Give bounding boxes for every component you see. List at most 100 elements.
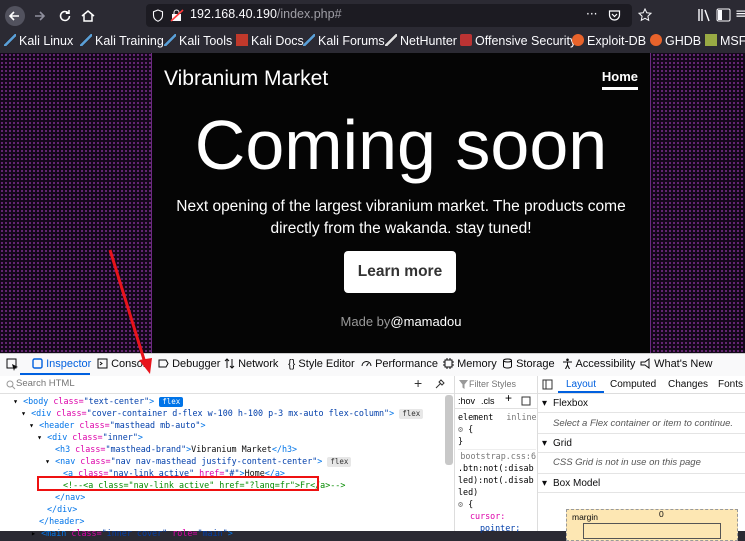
hov-toggle[interactable]: :hov [458, 395, 475, 407]
tree-node-div[interactable]: ▾ <div class="cover-container d-flex w-1… [0, 407, 446, 419]
bookmark-star-icon[interactable] [638, 8, 652, 22]
footer-author-link[interactable]: @mamadou [390, 314, 461, 329]
tab-fonts[interactable]: Fonts [718, 379, 743, 390]
flexbox-section-header[interactable]: ▾ Flexbox [538, 394, 745, 413]
tab-network[interactable]: Network [224, 358, 278, 370]
bookmark-label: GHDB [665, 34, 702, 48]
node-tag-end: > [137, 432, 143, 442]
exploit-db-icon [572, 34, 584, 46]
back-button[interactable] [5, 6, 25, 26]
add-rule-icon[interactable]: + [505, 392, 512, 404]
node-attr: class= [67, 432, 103, 442]
bookmark-item[interactable]: GHDB [650, 34, 701, 48]
library-icon[interactable] [697, 8, 712, 22]
tree-node-close[interactable]: </nav> [0, 491, 446, 503]
tree-node-h3[interactable]: <h3 class="masthead-brand">Vibranium Mar… [0, 443, 446, 455]
menu-icon[interactable]: ≡ [735, 6, 745, 22]
home-button[interactable] [78, 6, 98, 26]
rule-checkbox-icon[interactable]: ⚙ [458, 499, 463, 509]
flex-badge[interactable]: flex [327, 457, 352, 467]
tab-inspector[interactable]: Inspector [32, 358, 91, 370]
tree-node-close[interactable]: </header> [0, 515, 446, 527]
tab-storage[interactable]: Storage [502, 358, 555, 370]
offsec-icon [460, 34, 472, 46]
tab-whats-new[interactable]: What's New [640, 358, 712, 370]
rule-value[interactable]: pointer; [458, 522, 536, 534]
url-bar[interactable]: 192.168.40.190/index.php# ··· [146, 4, 632, 27]
kali-dragon-icon [4, 34, 16, 46]
active-tab-indicator [558, 391, 604, 393]
element-picker-icon[interactable] [6, 358, 19, 371]
back-arrow-icon [8, 11, 19, 21]
node-attr-value: "inner" [102, 432, 138, 442]
tab-label: Accessibility [575, 358, 636, 370]
nav-home-link[interactable]: Home [601, 69, 638, 90]
bookmark-item[interactable]: MSFU [705, 34, 745, 48]
reload-button[interactable] [55, 6, 75, 26]
flex-badge[interactable]: flex [159, 397, 184, 407]
markup-scrollbar[interactable] [445, 395, 453, 465]
chevron-down-icon: ▾ [542, 478, 548, 489]
tree-node-nav[interactable]: ▾ <nav class="nav nav-masthead justify-c… [0, 455, 446, 467]
grid-section-header[interactable]: ▾ Grid [538, 433, 745, 453]
eyedropper-icon[interactable] [434, 379, 445, 390]
more-actions-icon[interactable]: ··· [586, 7, 597, 21]
bookmark-item[interactable]: Kali Tools [164, 34, 232, 48]
node-attr: class= [51, 408, 87, 418]
element-rule: element inline ⚙ { } [458, 411, 537, 447]
sidebar-icon[interactable] [716, 8, 731, 22]
forward-button[interactable] [30, 6, 50, 26]
tab-console[interactable]: Console [97, 358, 151, 370]
active-tab-indicator [20, 373, 90, 375]
node-attr-value: "inner cover" [101, 528, 168, 538]
bookmark-item[interactable]: NetHunter [385, 34, 457, 48]
bookmark-item[interactable]: Kali Linux [4, 34, 73, 48]
node-attr-value: "masthead-brand" [105, 444, 187, 454]
tree-node-main[interactable]: ▸ <main class="inner cover" role="main"> [0, 527, 446, 539]
print-simulation-icon[interactable] [521, 396, 531, 406]
margin-value[interactable]: 0 [659, 509, 664, 519]
bookmark-label: Kali Tools [179, 34, 233, 48]
pocket-icon[interactable] [608, 9, 621, 22]
tab-computed[interactable]: Computed [610, 379, 656, 390]
tree-node-body[interactable]: ▾ <body class="text-center"> flex [0, 395, 446, 407]
node-close-tag: </nav> [55, 492, 86, 502]
cls-toggle[interactable]: .cls [481, 395, 495, 407]
home-icon [81, 10, 95, 22]
bookmark-item[interactable]: Exploit-DB [572, 34, 646, 48]
tab-memory[interactable]: Memory [443, 358, 497, 370]
filter-styles-input[interactable] [469, 377, 535, 390]
bookmarks-bar: Kali Linux Kali Training Kali Tools Kali… [0, 31, 745, 54]
tree-node-div[interactable]: ▾ <div class="inner"> [0, 431, 446, 443]
add-node-icon[interactable]: + [414, 375, 422, 391]
msfu-icon [705, 34, 717, 46]
bookmark-item[interactable]: Kali Docs [236, 34, 304, 48]
tab-style-editor[interactable]: {} Style Editor [288, 358, 355, 370]
rule-property[interactable]: cursor: [458, 510, 536, 522]
boxmodel-section-header[interactable]: ▾ Box Model [538, 473, 745, 493]
flex-badge[interactable]: flex [399, 409, 424, 419]
tab-changes[interactable]: Changes [668, 379, 708, 390]
shield-icon [152, 9, 164, 22]
devtools-tabbar: Inspector Console Debugger Network {} St… [0, 353, 745, 377]
bookmark-item[interactable]: Kali Training [80, 34, 164, 48]
bookmark-item[interactable]: Kali Forums [303, 34, 385, 48]
debugger-icon [158, 359, 169, 368]
tab-accessibility[interactable]: Accessibility [562, 358, 635, 370]
bookmark-item[interactable]: Offensive Security [460, 34, 576, 48]
tab-performance[interactable]: Performance [361, 358, 438, 370]
rule-checkbox-icon[interactable]: ⚙ [458, 424, 463, 434]
tab-label: Storage [516, 358, 555, 370]
rule-source-link[interactable]: bootstrap.css:6 [458, 450, 536, 462]
tab-layout[interactable]: Layout [566, 379, 596, 390]
search-icon [6, 380, 16, 390]
bookmark-label: Kali Training [95, 34, 164, 48]
search-html-input[interactable] [16, 377, 396, 390]
kali-dragon-icon [303, 34, 315, 46]
tab-debugger[interactable]: Debugger [158, 358, 220, 370]
bookmark-label: Kali Forums [318, 34, 385, 48]
tree-node-header[interactable]: ▾ <header class="masthead mb-auto"> [0, 419, 446, 431]
toggle-pane-icon[interactable] [542, 379, 553, 390]
tree-node-close[interactable]: </div> [0, 503, 446, 515]
learn-more-button[interactable]: Learn more [344, 251, 456, 293]
